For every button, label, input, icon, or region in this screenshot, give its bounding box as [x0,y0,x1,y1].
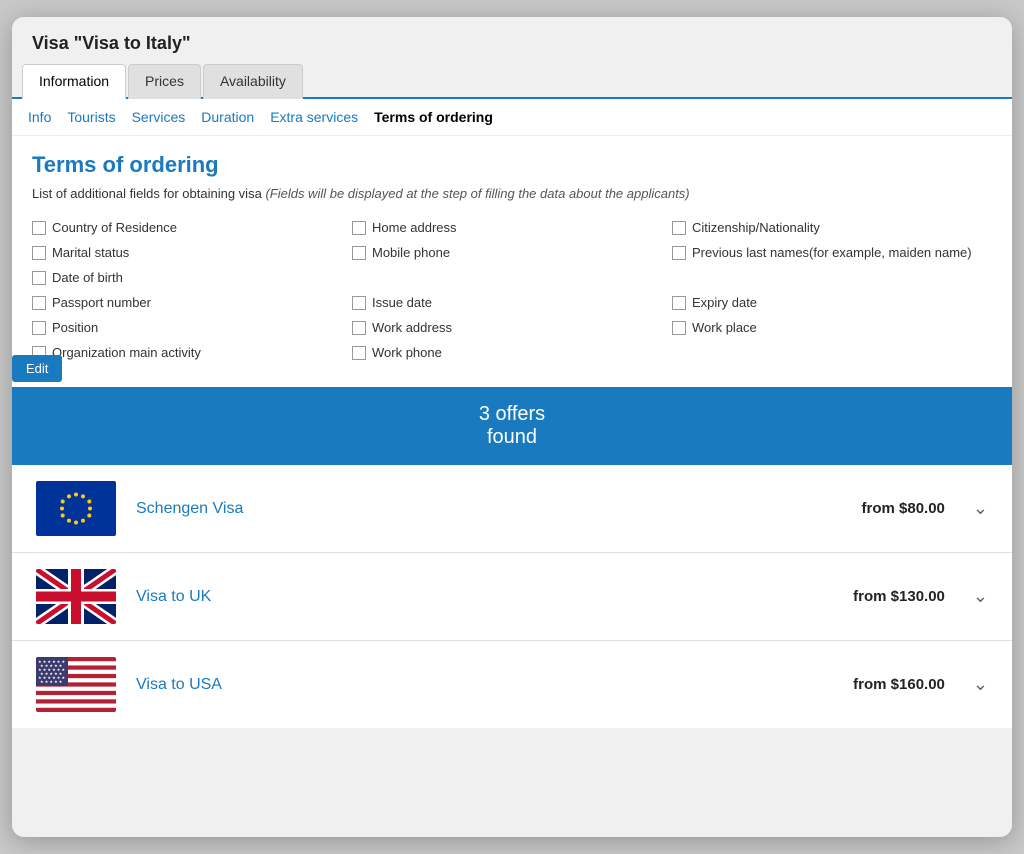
section-description: List of additional fields for obtaining … [32,186,992,201]
field-issue-date: Issue date [352,292,672,313]
nav-terms-of-ordering[interactable]: Terms of ordering [374,109,493,125]
tabs-bar: Information Prices Availability [12,62,1012,99]
offer-usa: ★ ★ ★ ★ ★ ★ ★ ★ ★ ★ ★ ★ ★ ★ ★ ★ ★ ★ ★ ★ … [12,641,1012,728]
checkbox-issue-date[interactable] [352,296,366,310]
offer-uk-price: from $130.00 [853,588,945,605]
nav-tourists[interactable]: Tourists [67,109,115,125]
tab-information[interactable]: Information [22,64,126,99]
field-position: Position [32,317,352,338]
offer-schengen-link[interactable]: Schengen Visa [136,500,842,518]
field-expiry-date: Expiry date [672,292,992,313]
checkbox-work-address[interactable] [352,321,366,335]
field-home-address: Home address [352,217,672,238]
content-area: Info Tourists Services Duration Extra se… [12,99,1012,728]
flag-eu [36,481,116,536]
tab-prices[interactable]: Prices [128,64,201,99]
nav-extra-services[interactable]: Extra services [270,109,358,125]
offer-usa-price: from $160.00 [853,676,945,693]
field-marital-status: Marital status [32,242,352,263]
nav-duration[interactable]: Duration [201,109,254,125]
checkbox-previous-last-names[interactable] [672,246,686,260]
checkbox-marital-status[interactable] [32,246,46,260]
main-content: Terms of ordering List of additional fie… [12,136,1012,387]
nav-services[interactable]: Services [132,109,186,125]
offer-uk-link[interactable]: Visa to UK [136,588,833,606]
offers-list: Schengen Visa from $80.00 ⌄ [12,465,1012,728]
field-empty-3 [672,342,992,363]
checkbox-position[interactable] [32,321,46,335]
offers-header: 3 offers found [12,387,1012,465]
nav-links: Info Tourists Services Duration Extra se… [12,99,1012,136]
field-work-phone: Work phone [352,342,672,363]
checkbox-country-of-residence[interactable] [32,221,46,235]
edit-button[interactable]: Edit [12,355,62,382]
offer-schengen: Schengen Visa from $80.00 ⌄ [12,465,1012,553]
chevron-down-icon[interactable]: ⌄ [973,498,988,519]
us-flag-svg: ★ ★ ★ ★ ★ ★ ★ ★ ★ ★ ★ ★ ★ ★ ★ ★ ★ ★ ★ ★ … [36,657,116,712]
window-title: Visa "Visa to Italy" [12,17,1012,62]
checkbox-expiry-date[interactable] [672,296,686,310]
field-work-place: Work place [672,317,992,338]
tab-availability[interactable]: Availability [203,64,303,99]
flag-uk [36,569,116,624]
nav-info[interactable]: Info [28,109,51,125]
bottom-panel: Edit 3 offers found [12,387,1012,728]
checkbox-home-address[interactable] [352,221,366,235]
chevron-down-icon-usa[interactable]: ⌄ [973,674,988,695]
eu-flag-svg [36,481,116,536]
field-country-of-residence: Country of Residence [32,217,352,238]
field-citizenship: Citizenship/Nationality [672,217,992,238]
checkbox-work-place[interactable] [672,321,686,335]
checkbox-date-of-birth[interactable] [32,271,46,285]
offer-usa-link[interactable]: Visa to USA [136,676,833,694]
offer-schengen-price: from $80.00 [862,500,945,517]
checkbox-work-phone[interactable] [352,346,366,360]
field-work-address: Work address [352,317,672,338]
field-empty-2 [672,267,992,288]
svg-text:★ ★ ★ ★ ★: ★ ★ ★ ★ ★ [40,679,63,684]
checkbox-passport-number[interactable] [32,296,46,310]
field-organization-main-activity: Organization main activity [32,342,352,363]
field-passport-number: Passport number [32,292,352,313]
main-window: Visa "Visa to Italy" Information Prices … [12,17,1012,837]
field-empty-1 [352,267,672,288]
checkbox-mobile-phone[interactable] [352,246,366,260]
chevron-down-icon-uk[interactable]: ⌄ [973,586,988,607]
field-mobile-phone: Mobile phone [352,242,672,263]
flag-us: ★ ★ ★ ★ ★ ★ ★ ★ ★ ★ ★ ★ ★ ★ ★ ★ ★ ★ ★ ★ … [36,657,116,712]
section-title: Terms of ordering [32,152,992,178]
field-date-of-birth: Date of birth [32,267,352,288]
offer-uk: Visa to UK from $130.00 ⌄ [12,553,1012,641]
checkbox-citizenship[interactable] [672,221,686,235]
fields-grid: Country of Residence Home address Citize… [32,217,992,363]
uk-flag-svg [36,569,116,624]
field-previous-last-names: Previous last names(for example, maiden … [672,242,992,263]
